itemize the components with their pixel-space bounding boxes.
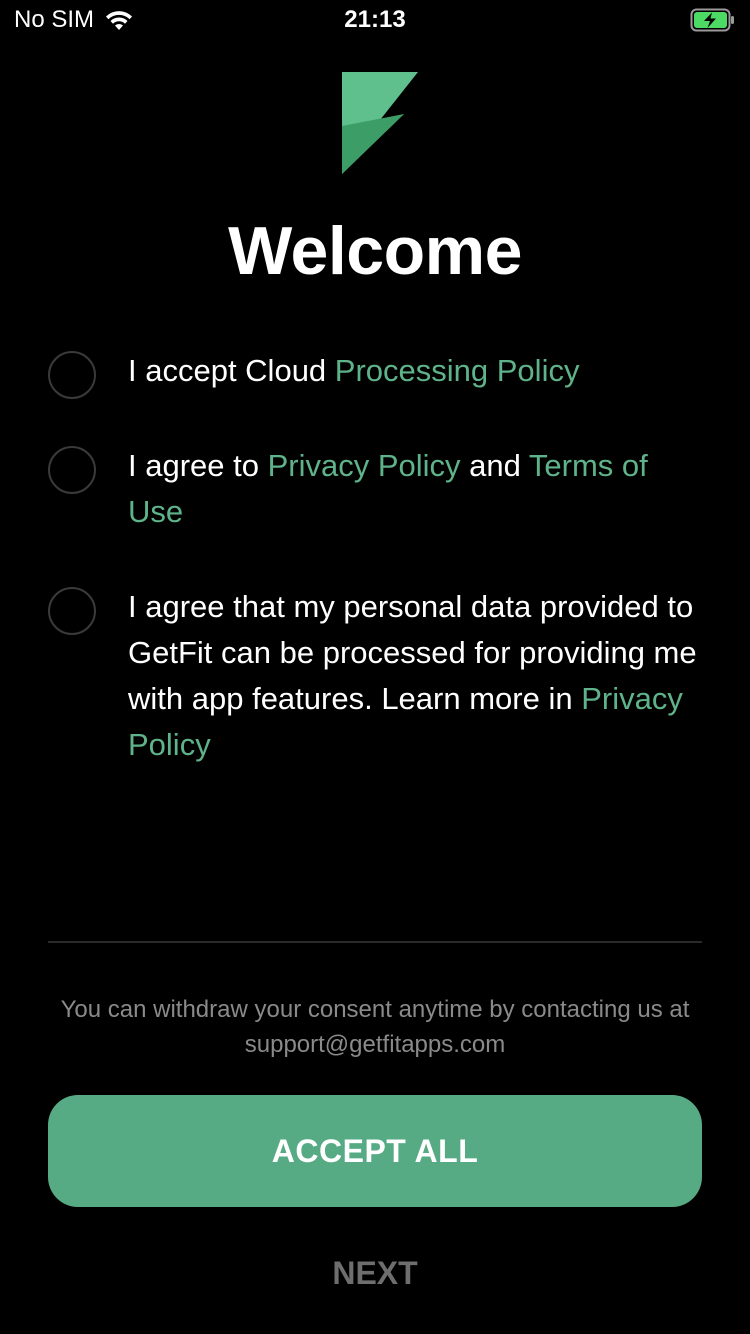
privacy-policy-link[interactable]: Privacy Policy	[268, 448, 461, 483]
consent-checkbox-cloud-processing[interactable]	[48, 351, 96, 399]
consent-middle: and	[460, 448, 529, 483]
consent-item-cloud-processing: I accept Cloud Processing Policy	[48, 348, 708, 399]
getfit-logo-icon	[340, 70, 420, 181]
status-bar: No SIM 21:13	[0, 0, 750, 40]
consent-text: I agree that my personal data provided t…	[128, 584, 708, 768]
consent-checkbox-privacy-terms[interactable]	[48, 446, 96, 494]
battery-charging-icon	[690, 8, 736, 37]
divider	[48, 941, 702, 943]
consent-checkbox-personal-data[interactable]	[48, 587, 96, 635]
next-button[interactable]: NEXT	[0, 1255, 750, 1292]
accept-all-button[interactable]: ACCEPT ALL	[48, 1095, 702, 1207]
welcome-screen: No SIM 21:13 Welcome I accept Cloud Proc…	[0, 0, 750, 1334]
consent-text: I agree to Privacy Policy and Terms of U…	[128, 443, 708, 535]
page-title: Welcome	[228, 213, 522, 289]
processing-policy-link[interactable]: Processing Policy	[335, 353, 580, 388]
consent-prefix: I agree to	[128, 448, 268, 483]
withdraw-consent-note: You can withdraw your consent anytime by…	[60, 996, 690, 1058]
consent-text: I accept Cloud Processing Policy	[128, 348, 579, 394]
status-time: 21:13	[344, 6, 406, 33]
consent-item-privacy-terms: I agree to Privacy Policy and Terms of U…	[48, 443, 708, 535]
consent-item-personal-data: I agree that my personal data provided t…	[48, 584, 708, 768]
consent-prefix: I accept Cloud	[128, 353, 335, 388]
